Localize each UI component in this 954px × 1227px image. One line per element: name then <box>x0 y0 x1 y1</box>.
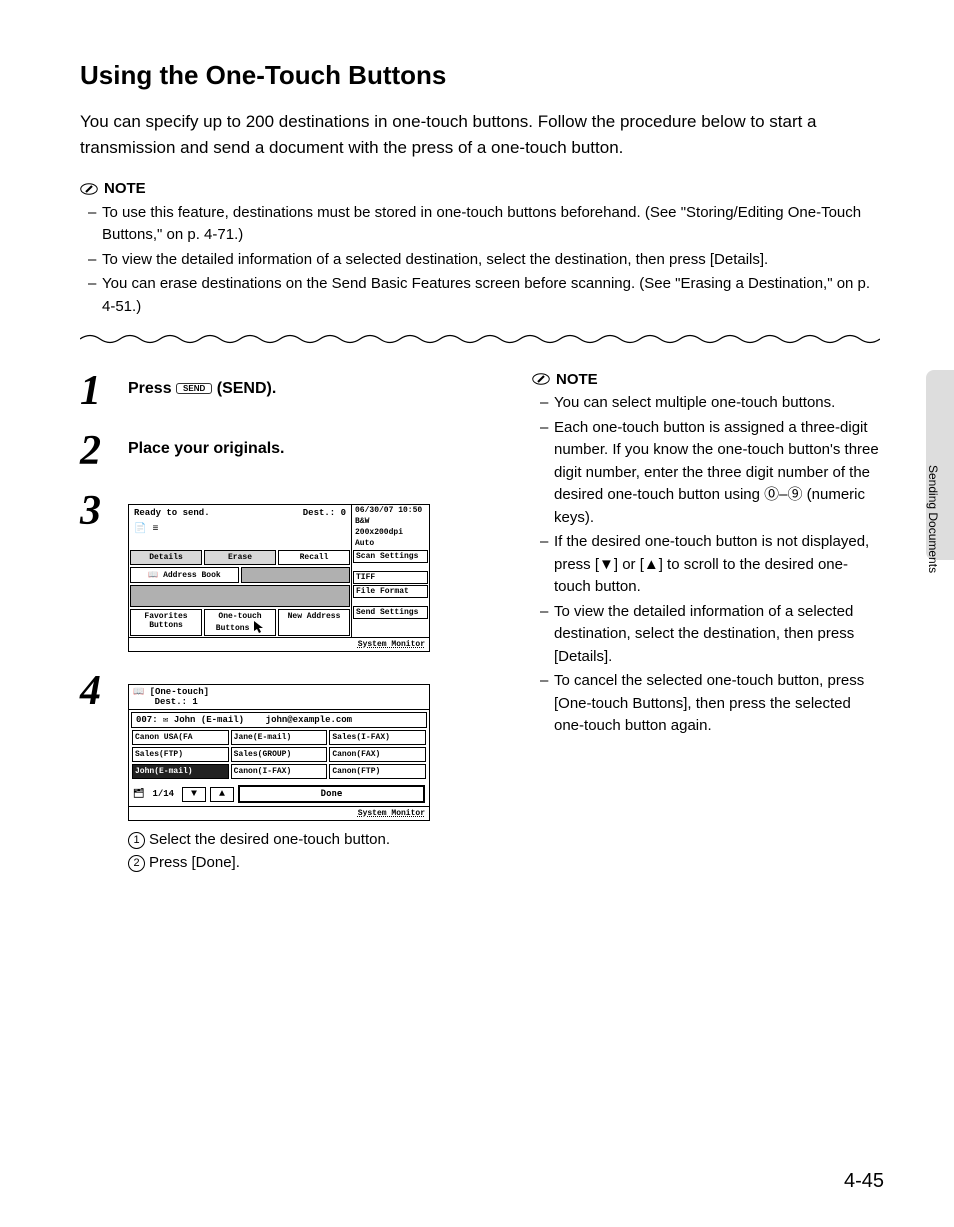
right-note-item: Each one-touch button is assigned a thre… <box>540 417 884 530</box>
onetouch-cell-selected[interactable]: John(E-mail) <box>132 764 229 779</box>
onetouch-cell[interactable]: Canon(FAX) <box>329 747 426 762</box>
wavy-separator <box>80 332 884 346</box>
step-1: 1 Press SEND (SEND). <box>80 370 500 412</box>
onetouch-cell[interactable]: Sales(I-FAX) <box>329 730 426 745</box>
step-3: 3 Ready to send. Dest.: 0 <box>80 490 500 652</box>
system-monitor-link[interactable]: System Monitor <box>129 806 429 820</box>
top-note-item: To use this feature, destinations must b… <box>88 202 884 247</box>
send-key-icon: SEND <box>176 383 212 394</box>
status-text: Ready to send. <box>134 508 210 518</box>
onetouch-dest-line: Dest.: 1 <box>155 697 198 707</box>
top-note-item: You can erase destinations on the Send B… <box>88 273 884 318</box>
onetouch-cell[interactable]: Sales(GROUP) <box>231 747 328 762</box>
mode-auto: Auto <box>352 538 429 549</box>
substep-2-text: Press [Done]. <box>149 854 240 871</box>
chapter-side-tab: Sending Documents <box>926 370 954 560</box>
page-number: 4-45 <box>844 1170 884 1193</box>
datetime: 06/30/07 10:50 <box>352 505 429 516</box>
note-label: NOTE <box>556 371 598 388</box>
one-touch-buttons[interactable]: One-touch Buttons <box>204 609 276 636</box>
step-number: 4 <box>80 670 128 712</box>
address-book-button[interactable]: 📖 Address Book <box>130 567 239 583</box>
page-down-button[interactable]: ▼ <box>182 787 206 802</box>
note-label: NOTE <box>104 180 146 197</box>
right-note-item: To cancel the selected one-touch button,… <box>540 670 884 738</box>
top-note-item: To view the detailed information of a se… <box>88 249 884 272</box>
step2-text: Place your originals. <box>128 430 500 458</box>
one-touch-screen: 📖 [One-touch] Dest.: 1 007: ✉ John (E-ma… <box>128 684 430 821</box>
chevron-up-icon: ▲ <box>219 789 225 800</box>
chevron-down-icon: ▼ <box>191 789 197 800</box>
pencil-icon <box>532 370 550 388</box>
onetouch-cell[interactable]: Sales(FTP) <box>132 747 229 762</box>
step1-pre: Press <box>128 380 176 397</box>
substep-1-text: Select the desired one-touch button. <box>149 831 390 848</box>
erase-button[interactable]: Erase <box>204 550 276 565</box>
onetouch-title: [One-touch] <box>150 687 209 697</box>
onetouch-cell[interactable]: Canon USA(FA <box>132 730 229 745</box>
pencil-icon <box>80 180 98 198</box>
right-note-item: If the desired one-touch button is not d… <box>540 531 884 599</box>
blank-area <box>241 567 350 583</box>
tiff-button[interactable]: TIFF <box>353 571 428 584</box>
right-note-item: To view the detailed information of a se… <box>540 601 884 669</box>
dest-count: 0 <box>341 508 346 518</box>
step-number: 1 <box>80 370 128 412</box>
blank-area <box>130 585 350 607</box>
onetouch-cell[interactable]: Canon(I-FAX) <box>231 764 328 779</box>
send-settings-button[interactable]: Send Settings <box>353 606 428 619</box>
selected-address: john@example.com <box>266 715 352 725</box>
done-button[interactable]: Done <box>238 785 425 803</box>
page-up-button[interactable]: ▲ <box>210 787 234 802</box>
top-note-block: NOTE To use this feature, destinations m… <box>80 180 884 319</box>
mode-dpi: 200x200dpi <box>352 527 429 538</box>
new-address-button[interactable]: New Address <box>278 609 350 636</box>
step-number: 3 <box>80 490 128 532</box>
chapter-side-label: Sending Documents <box>926 465 940 573</box>
favorites-buttons[interactable]: Favorites Buttons <box>130 609 202 636</box>
scan-settings-button[interactable]: Scan Settings <box>353 550 428 563</box>
mode-bw: B&W <box>352 516 429 527</box>
step-4: 4 📖 [One-touch] Dest.: 1 007: ✉ John (E-… <box>80 670 500 874</box>
system-monitor-link[interactable]: System Monitor <box>129 637 429 651</box>
file-format-button[interactable]: File Format <box>353 585 428 598</box>
selected-code: 007: <box>136 715 158 725</box>
dest-label: Dest.: <box>303 508 335 518</box>
substep-2-num: 2 <box>128 855 145 872</box>
recall-button[interactable]: Recall <box>278 550 350 565</box>
detail-icon[interactable]: 🗂 <box>133 789 144 799</box>
details-button[interactable]: Details <box>130 550 202 565</box>
selected-name: John (E-mail) <box>174 715 244 725</box>
onetouch-cell[interactable]: Jane(E-mail) <box>231 730 328 745</box>
step-2: 2 Place your originals. <box>80 430 500 472</box>
right-note-item: You can select multiple one-touch button… <box>540 392 884 415</box>
step-number: 2 <box>80 430 128 472</box>
step1-post: (SEND). <box>217 380 277 397</box>
send-basic-screen: Ready to send. Dest.: 0 📄 ≡ 06/30/07 10:… <box>128 504 430 652</box>
intro-paragraph: You can specify up to 200 destinations i… <box>80 109 884 162</box>
page-indicator: 1/14 <box>148 789 178 799</box>
cursor-icon <box>254 624 264 633</box>
substep-1-num: 1 <box>128 832 145 849</box>
section-heading: Using the One-Touch Buttons <box>80 60 884 91</box>
right-note-block: NOTE You can select multiple one-touch b… <box>532 370 884 738</box>
onetouch-cell[interactable]: Canon(FTP) <box>329 764 426 779</box>
